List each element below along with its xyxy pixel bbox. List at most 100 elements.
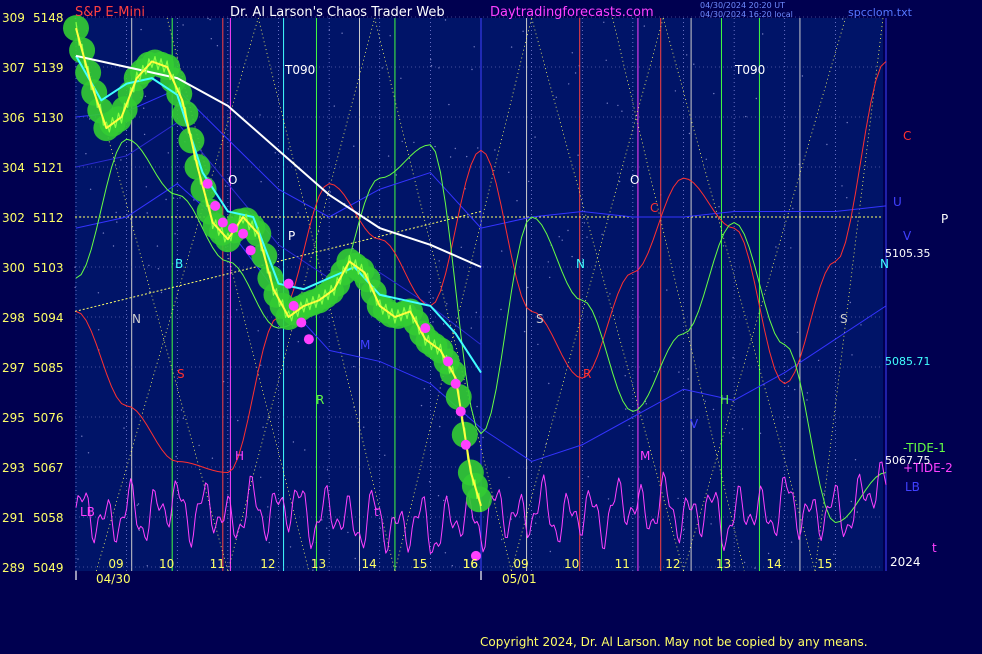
annotation-3: O [630, 173, 639, 187]
star [454, 147, 456, 150]
star [120, 159, 122, 161]
star [743, 561, 746, 564]
magenta-dot-11 [443, 356, 454, 367]
star [157, 268, 160, 270]
annotation-11: S [840, 312, 848, 326]
star [854, 459, 857, 461]
x-date-label-0: 04/30 [96, 572, 131, 586]
star [680, 450, 683, 452]
star [237, 419, 239, 422]
star [624, 375, 626, 377]
star [98, 329, 100, 331]
annotation-20: V [690, 417, 699, 431]
star [475, 311, 477, 314]
star [165, 198, 167, 201]
magenta-dot-13 [455, 406, 466, 417]
star [693, 63, 695, 65]
star [341, 32, 343, 34]
y-label-right-7: 5085 [33, 361, 64, 375]
star [395, 174, 397, 176]
star [535, 522, 537, 524]
star [384, 454, 386, 456]
x-hour-label-10: 11 [615, 557, 630, 571]
star [146, 565, 148, 567]
star [767, 552, 770, 555]
star [198, 444, 200, 447]
star [430, 65, 433, 67]
star [216, 45, 219, 47]
star [260, 181, 262, 183]
magenta-dot-1 [210, 200, 221, 211]
star [145, 186, 147, 188]
star [466, 155, 468, 158]
star [558, 236, 560, 238]
x-hour-label-1: 10 [159, 557, 174, 571]
star [123, 427, 125, 429]
star [400, 77, 402, 80]
chart-container: T090 T090 O O C P B N N N S S S R R H H M M U V V LB LB t t C -TIDE… [0, 0, 982, 650]
star [81, 435, 83, 437]
star [806, 399, 808, 401]
star [77, 558, 79, 560]
star [482, 436, 484, 439]
magenta-dot-8 [296, 317, 307, 328]
star [172, 197, 175, 199]
star [605, 59, 607, 61]
star [510, 46, 513, 48]
star [137, 503, 140, 505]
label-tide1: C [903, 129, 911, 143]
y-label-left-0: 309 [2, 11, 25, 25]
star [745, 115, 747, 118]
star [618, 180, 621, 183]
star [678, 371, 680, 373]
star [574, 72, 577, 74]
star [381, 67, 383, 69]
star [259, 114, 261, 116]
star [826, 143, 828, 146]
y-label-left-5: 300 [2, 261, 25, 275]
star [167, 152, 169, 154]
annotation-7: N [576, 257, 585, 271]
star [224, 185, 227, 187]
star [500, 308, 502, 311]
x-hour-label-6: 15 [412, 557, 427, 571]
star [705, 158, 707, 160]
magenta-dot-2 [217, 217, 228, 228]
star [353, 365, 355, 368]
copyright: Copyright 2024, Dr. Al Larson. May not b… [480, 635, 868, 649]
star [617, 172, 619, 174]
star [326, 527, 328, 529]
star [817, 359, 820, 362]
magenta-dot-6 [283, 278, 294, 289]
star [501, 538, 503, 541]
annotation-13: R [583, 367, 591, 381]
star [686, 54, 688, 56]
annotation-6: B [175, 257, 183, 271]
star [434, 145, 436, 148]
annotation-23: LB [80, 505, 95, 519]
star [179, 197, 181, 199]
y-label-left-4: 302 [2, 211, 25, 225]
star [257, 330, 259, 332]
x-hour-label-0: 09 [108, 557, 123, 571]
star [401, 140, 403, 143]
star [712, 408, 715, 411]
star [112, 245, 115, 247]
star [326, 469, 329, 471]
star [210, 38, 212, 40]
timestamp-utc: 04/30/2024 20:20 UT [700, 1, 785, 10]
star [175, 455, 177, 458]
star [363, 426, 365, 428]
star [653, 370, 655, 373]
star [722, 245, 725, 247]
star [549, 276, 551, 279]
star [677, 497, 679, 500]
star [577, 154, 579, 156]
star [260, 476, 262, 478]
star [413, 141, 415, 144]
annotation-15: H [720, 393, 729, 407]
star [718, 206, 720, 208]
star [549, 550, 551, 553]
star [643, 25, 645, 27]
x-hour-label-2: 11 [210, 557, 225, 571]
